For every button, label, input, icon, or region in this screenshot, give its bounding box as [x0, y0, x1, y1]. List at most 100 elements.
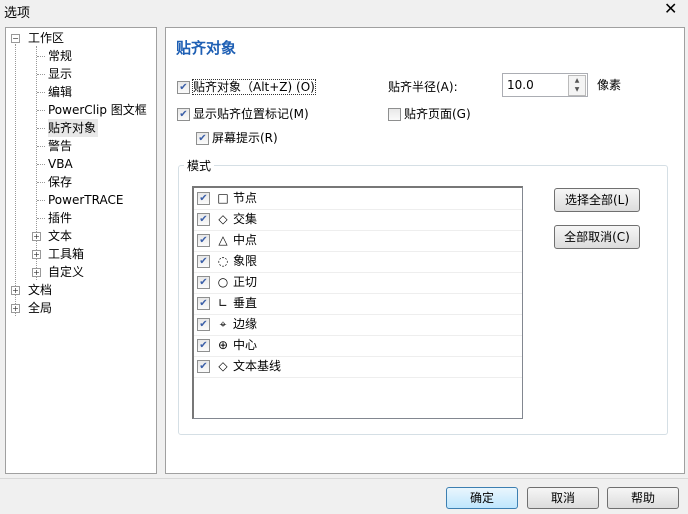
snap-symbol-icon: ∟ [217, 296, 229, 310]
expand-icon[interactable]: + [11, 286, 20, 295]
snap-symbol-icon: ○ [217, 275, 229, 289]
mode-group-label: 模式 [184, 157, 215, 174]
checkbox-icon[interactable]: ✔ [197, 255, 210, 268]
tree-item[interactable]: 工具箱 [48, 245, 86, 263]
checkbox-icon[interactable]: ✔ [197, 234, 210, 247]
mode-label: 垂直 [233, 296, 258, 310]
window-title: 选项 [4, 6, 31, 21]
expand-icon[interactable]: + [11, 304, 20, 313]
tree-connector [37, 146, 45, 147]
snap-symbol-icon: ◇ [218, 212, 228, 226]
tree-connector [37, 74, 45, 75]
tree-item[interactable]: 常规 [48, 47, 74, 65]
mode-label: 中点 [233, 233, 258, 247]
tree-item[interactable]: 文本 [48, 227, 74, 245]
tree-item[interactable]: 自定义 [48, 263, 86, 281]
tree-connector [37, 182, 45, 183]
mode-label: 节点 [233, 191, 258, 205]
mode-list[interactable]: ✔ □ 节点 ✔ ◇ 交集 ✔ △ 中点 ✔ ◌ 象限 ✔ ○ 正切 ✔ ∟ 垂直 ✔ ⌖ 边缘 ✔ ⊕ 中心 ✔ ◇ 文本基线 [192, 186, 523, 419]
checkbox-icon[interactable]: ✔ [197, 192, 210, 205]
deselect-all-button[interactable]: 全部取消(C) [554, 225, 640, 249]
mode-label: 中心 [233, 338, 258, 352]
tree-connector [37, 56, 45, 57]
radius-value: 10.0 [507, 78, 534, 92]
collapse-icon[interactable]: − [11, 34, 20, 43]
tree-item[interactable]: 编辑 [48, 83, 74, 101]
snap-symbol-icon: ◌ [217, 254, 229, 268]
tree-item[interactable]: 显示 [48, 65, 74, 83]
mode-item[interactable]: ✔ ◌ 象限 [194, 251, 522, 273]
tree-item[interactable]: 文档 [28, 281, 54, 299]
help-button[interactable]: 帮助 [607, 487, 679, 509]
expand-icon[interactable]: + [32, 250, 41, 259]
mode-item[interactable]: ✔ ◇ 交集 [194, 209, 522, 231]
tree-item[interactable]: 全局 [28, 299, 54, 317]
spin-down-icon[interactable]: ▼ [569, 85, 585, 94]
mode-label: 边缘 [233, 317, 258, 331]
mode-item[interactable]: ✔ ∟ 垂直 [194, 293, 522, 315]
mode-item[interactable]: ✔ ⌖ 边缘 [194, 314, 522, 336]
tree-item[interactable]: 贴齐对象 [48, 119, 99, 137]
snap-symbol-icon: ◇ [218, 359, 228, 373]
tree-connector [37, 128, 45, 129]
expand-icon[interactable]: + [32, 268, 41, 277]
ok-button[interactable]: 确定 [446, 487, 518, 509]
mode-label: 正切 [233, 275, 258, 289]
tree-item[interactable]: PowerTRACE [48, 191, 125, 209]
settings-panel: 贴齐对象 ✔ 贴齐对象（Alt+Z) (O) ✔ 显示贴齐位置标记(M) ✔ 屏幕提示… [165, 27, 685, 474]
checkbox-icon[interactable]: ✔ [197, 297, 210, 310]
mode-item[interactable]: ✔ ⊕ 中心 [194, 335, 522, 357]
spin-buttons[interactable]: ▲ ▼ [568, 75, 586, 96]
checkbox-icon[interactable]: ✔ [197, 276, 210, 289]
screen-tips-label: 屏幕提示(R) [212, 131, 278, 145]
show-marker-label: 显示贴齐位置标记(M) [193, 107, 309, 121]
mode-label: 文本基线 [233, 359, 282, 373]
snap-symbol-icon: ⌖ [219, 317, 227, 331]
cancel-button[interactable]: 取消 [527, 487, 599, 509]
tree-connector [37, 218, 45, 219]
checkbox-icon: ✔ [177, 108, 190, 121]
show-marker-checkbox[interactable]: ✔ 显示贴齐位置标记(M) [177, 105, 309, 122]
footer-divider [0, 478, 688, 479]
snap-page-checkbox[interactable]: 贴齐页面(G) [388, 105, 471, 122]
tree-item[interactable]: 警告 [48, 137, 74, 155]
tree-item[interactable]: 插件 [48, 209, 74, 227]
radius-stepper[interactable]: 10.0 ▲ ▼ [502, 73, 588, 97]
checkbox-icon[interactable]: ✔ [197, 339, 210, 352]
tree-line [15, 44, 16, 316]
tree-line [36, 46, 37, 280]
snap-symbol-icon: □ [217, 191, 229, 205]
tree-connector [37, 200, 45, 201]
checkbox-icon [388, 108, 401, 121]
screen-tips-checkbox[interactable]: ✔ 屏幕提示(R) [196, 129, 278, 146]
page-title: 贴齐对象 [176, 39, 237, 57]
mode-item[interactable]: ✔ ◇ 文本基线 [194, 356, 522, 378]
snap-page-label: 贴齐页面(G) [404, 107, 471, 121]
tree-item[interactable]: PowerClip 图文框 [48, 101, 149, 119]
snap-objects-checkbox[interactable]: ✔ 贴齐对象（Alt+Z) (O) [177, 78, 316, 95]
mode-item[interactable]: ✔ □ 节点 [194, 188, 522, 210]
expand-icon[interactable]: + [32, 232, 41, 241]
checkbox-icon[interactable]: ✔ [197, 318, 210, 331]
mode-label: 象限 [233, 254, 258, 268]
close-icon[interactable]: ✕ [664, 0, 677, 18]
mode-item[interactable]: ✔ △ 中点 [194, 230, 522, 252]
snap-symbol-icon: ⊕ [217, 338, 229, 352]
options-tree[interactable]: 工作区 − 常规 显示 编辑 PowerClip 图文框 贴齐对象 警告 VBA 保存 PowerT… [5, 27, 157, 474]
tree-connector [37, 92, 45, 93]
tree-connector [37, 110, 45, 111]
snap-objects-label: 贴齐对象（Alt+Z) (O) [192, 79, 316, 95]
select-all-button[interactable]: 选择全部(L) [554, 188, 640, 212]
spin-up-icon[interactable]: ▲ [569, 76, 585, 85]
checkbox-icon: ✔ [196, 132, 209, 145]
tree-item[interactable]: 保存 [48, 173, 74, 191]
checkbox-icon[interactable]: ✔ [197, 360, 210, 373]
tree-item[interactable]: 工作区 [28, 29, 66, 47]
tree-connector [37, 164, 45, 165]
checkbox-icon[interactable]: ✔ [197, 213, 210, 226]
checkbox-icon: ✔ [177, 81, 190, 94]
mode-label: 交集 [233, 212, 258, 226]
radius-label: 贴齐半径(A): [388, 80, 458, 94]
tree-item[interactable]: VBA [48, 155, 75, 173]
mode-item[interactable]: ✔ ○ 正切 [194, 272, 522, 294]
